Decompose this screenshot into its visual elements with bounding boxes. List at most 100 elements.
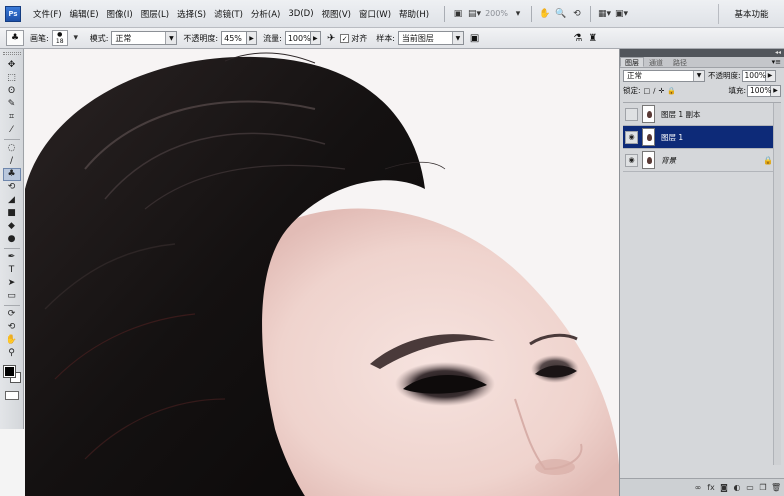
chevron-down-icon: ▼ bbox=[693, 70, 704, 81]
path-select-icon[interactable]: ➤ bbox=[3, 277, 21, 290]
chevron-down-icon[interactable]: ▾ bbox=[68, 30, 84, 46]
lock-transparency-icon[interactable]: □ bbox=[644, 87, 651, 95]
lock-position-icon[interactable]: ✛ bbox=[659, 87, 665, 95]
aligned-checkbox[interactable]: ✓ bbox=[340, 33, 350, 43]
arrange-documents-icon[interactable]: ▦▾ bbox=[596, 6, 613, 22]
quick-select-icon[interactable]: ✎ bbox=[3, 98, 21, 111]
layer-style-icon[interactable]: fx bbox=[706, 483, 716, 492]
layer-row[interactable]: 图层 1 副本 bbox=[623, 103, 781, 126]
quick-mask-button[interactable] bbox=[4, 391, 19, 400]
brush-icon[interactable]: ∕ bbox=[3, 155, 21, 168]
fill-field[interactable]: 100% bbox=[747, 84, 771, 97]
blur-icon[interactable]: ◆ bbox=[3, 220, 21, 233]
rotate-view-icon[interactable]: ⟲ bbox=[569, 6, 585, 22]
marquee-icon[interactable]: ⬚ bbox=[3, 72, 21, 85]
chevron-down-icon[interactable]: ▾ bbox=[510, 6, 526, 22]
pen-icon[interactable]: ✒ bbox=[3, 251, 21, 264]
menu-analysis[interactable]: 分析(A) bbox=[247, 8, 284, 20]
link-layers-icon[interactable]: ∞ bbox=[693, 483, 703, 492]
history-brush-icon[interactable]: ⟲ bbox=[3, 181, 21, 194]
menu-edit[interactable]: 编辑(E) bbox=[66, 8, 103, 20]
blend-row: 正常 ▼ 不透明度: 100% ▶ bbox=[620, 68, 784, 83]
opacity-field[interactable]: 45% bbox=[221, 31, 248, 45]
eye-icon[interactable]: ◉ bbox=[625, 130, 638, 144]
mode-select[interactable]: 正常 ▼ bbox=[111, 31, 178, 45]
mode-label: 模式: bbox=[89, 33, 109, 43]
delete-layer-icon[interactable]: 🗑 bbox=[771, 483, 781, 492]
sample-select[interactable]: 当前图层 ▼ bbox=[397, 31, 464, 45]
layer-opacity-field[interactable]: 100% bbox=[741, 69, 766, 82]
tab-paths[interactable]: 路径 bbox=[668, 57, 692, 67]
move-icon[interactable]: ✥ bbox=[3, 59, 21, 72]
3d-orbit-icon[interactable]: ⟲ bbox=[3, 321, 21, 334]
layer-opacity-slider-button[interactable]: ▶ bbox=[765, 69, 776, 82]
menu-image[interactable]: 图像(I) bbox=[103, 8, 137, 20]
crop-icon[interactable]: ⌗ bbox=[3, 111, 21, 124]
eraser-icon[interactable]: ◢ bbox=[3, 194, 21, 207]
flow-slider-button[interactable]: ▶ bbox=[310, 31, 321, 45]
menu-3d[interactable]: 3D(D) bbox=[284, 9, 317, 19]
opacity-slider-button[interactable]: ▶ bbox=[247, 31, 258, 45]
menu-filter[interactable]: 滤镜(T) bbox=[210, 8, 247, 20]
eyedropper-icon[interactable]: ⁄ bbox=[3, 124, 21, 137]
screen-mode-icon[interactable]: ▣▾ bbox=[613, 6, 630, 22]
lock-all-icon[interactable]: 🔒 bbox=[667, 87, 676, 95]
brush-picker[interactable]: ● 18 bbox=[51, 30, 68, 46]
flow-field[interactable]: 100% bbox=[284, 31, 311, 45]
document-canvas[interactable] bbox=[25, 49, 619, 496]
menu-file[interactable]: 文件(F) bbox=[29, 8, 66, 20]
hand-icon[interactable]: ✋ bbox=[3, 334, 21, 347]
bridge-icon[interactable]: ▣ bbox=[450, 6, 466, 22]
new-layer-icon[interactable]: ❐ bbox=[758, 483, 768, 492]
layers-scrollbar[interactable] bbox=[773, 103, 781, 465]
lock-pixels-icon[interactable]: ∕ bbox=[653, 87, 655, 95]
lasso-icon[interactable]: ʘ bbox=[3, 85, 21, 98]
menu-help[interactable]: 帮助(H) bbox=[395, 8, 433, 20]
foreground-color-swatch[interactable] bbox=[2, 365, 16, 378]
menu-select[interactable]: 选择(S) bbox=[173, 8, 210, 20]
airbrush-icon[interactable]: ✈ bbox=[327, 33, 335, 44]
toolbox-grip[interactable] bbox=[2, 52, 21, 55]
ignore-adjustment-layers-icon[interactable]: ▣ bbox=[470, 33, 479, 44]
tab-layers[interactable]: 图层 bbox=[620, 57, 644, 67]
menu-view[interactable]: 视图(V) bbox=[318, 8, 355, 20]
fill-slider-button[interactable]: ▶ bbox=[771, 84, 781, 97]
clone-stamp-preset-icon[interactable]: ♣ bbox=[6, 30, 24, 46]
gradient-icon[interactable]: ■ bbox=[3, 207, 21, 220]
add-mask-icon[interactable]: ◙ bbox=[719, 483, 729, 492]
eye-icon[interactable]: ◉ bbox=[625, 153, 638, 167]
brush-size: 18 bbox=[55, 38, 64, 45]
dodge-icon[interactable]: ● bbox=[3, 233, 21, 246]
workspace-switcher[interactable]: 基本功能 bbox=[718, 4, 784, 24]
view-extras-icon[interactable]: ▤▾ bbox=[466, 6, 483, 22]
photoshop-logo: Ps bbox=[5, 5, 21, 22]
layer-opacity-label: 不透明度: bbox=[708, 71, 741, 80]
hand-tool-icon[interactable]: ✋ bbox=[537, 6, 553, 22]
layer-name: 图层 1 bbox=[661, 132, 684, 142]
zoom-icon[interactable]: ⚲ bbox=[3, 347, 21, 360]
tablet-pressure-icon[interactable]: ⚗ bbox=[573, 33, 582, 44]
healing-icon[interactable]: ◌ bbox=[3, 142, 21, 155]
layer-row[interactable]: ◉ 背景 🔒 bbox=[623, 149, 781, 172]
new-group-icon[interactable]: ▭ bbox=[745, 483, 755, 492]
tab-channels[interactable]: 通道 bbox=[644, 57, 668, 67]
layer-thumbnail bbox=[642, 105, 655, 123]
3d-rotate-icon[interactable]: ⟳ bbox=[3, 308, 21, 321]
clone-stamp-icon[interactable]: ♣ bbox=[2, 168, 21, 181]
visibility-toggle[interactable] bbox=[625, 107, 638, 121]
blend-mode-select[interactable]: 正常 ▼ bbox=[623, 69, 705, 82]
zoom-tool-icon[interactable]: 🔍 bbox=[553, 6, 569, 22]
clone-source-icon[interactable]: ♜ bbox=[588, 33, 597, 44]
separator bbox=[3, 139, 20, 140]
layer-row[interactable]: ◉ 图层 1 bbox=[623, 126, 781, 149]
collapse-panel-icon[interactable]: ◂◂ bbox=[775, 49, 781, 57]
adjustment-layer-icon[interactable]: ◐ bbox=[732, 483, 742, 492]
shape-icon[interactable]: ▭ bbox=[3, 290, 21, 303]
panel-titlebar[interactable]: ◂◂ bbox=[620, 49, 784, 57]
type-icon[interactable]: T bbox=[3, 264, 21, 277]
zoom-level[interactable]: 200% bbox=[483, 6, 510, 22]
options-bar: ♣ 画笔: ● 18 ▾ 模式: 正常 ▼ 不透明度: 45% ▶ 流量: 10… bbox=[0, 28, 784, 49]
menu-window[interactable]: 窗口(W) bbox=[355, 8, 395, 20]
menu-layer[interactable]: 图层(L) bbox=[137, 8, 173, 20]
panel-menu-icon[interactable]: ▾≡ bbox=[772, 57, 781, 68]
